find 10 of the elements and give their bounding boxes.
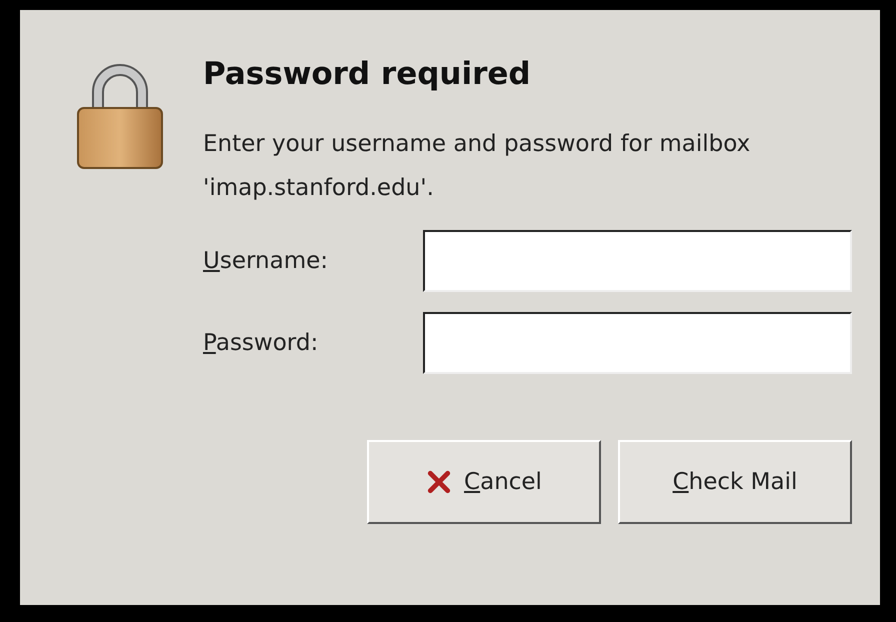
field-label: Username:: [203, 248, 330, 274]
dialog-title: Password required: [203, 56, 532, 92]
padlock-icon: [75, 62, 165, 170]
dialog-button[interactable]: Check Mail: [618, 440, 852, 524]
dialog-message: Enter your username and password for mailbox 'imap.stanford.edu'.: [203, 130, 752, 203]
field-label: Password:: [203, 330, 320, 356]
cross-icon: [426, 469, 452, 495]
input-field[interactable]: [423, 312, 852, 374]
input-field[interactable]: [423, 230, 852, 292]
dialog-button[interactable]: Cancel: [367, 440, 601, 524]
